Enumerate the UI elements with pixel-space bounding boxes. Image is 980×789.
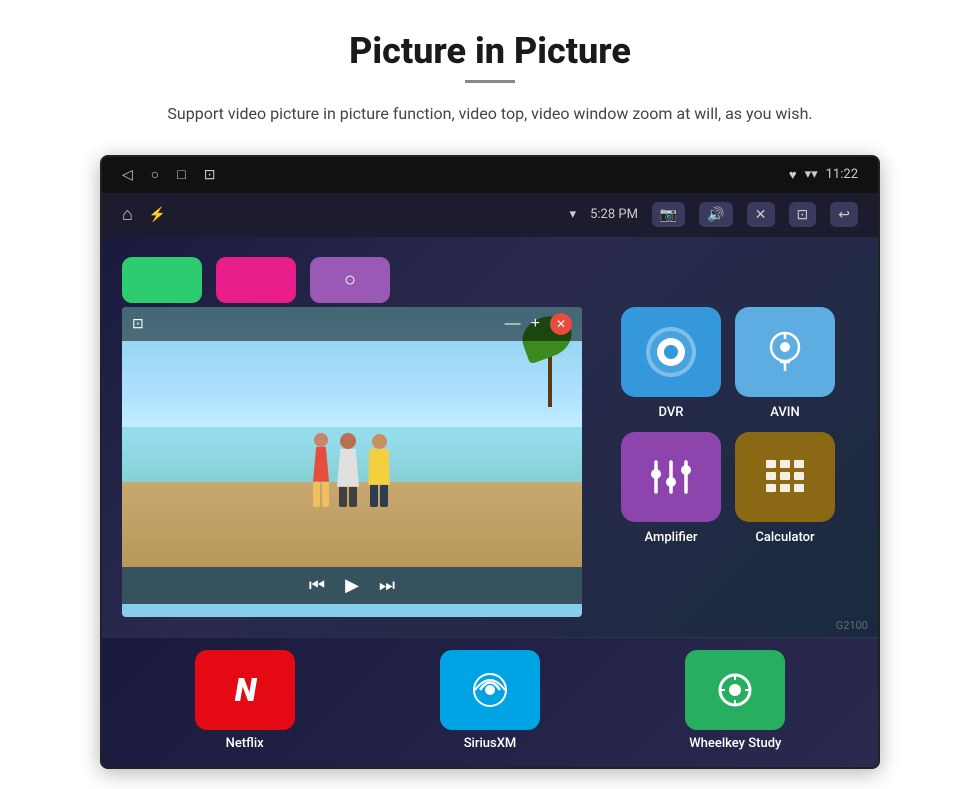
calculator-svg [758, 452, 812, 502]
title-divider [465, 80, 515, 83]
pip-record-icon: ⊡ [132, 316, 144, 332]
app-row-2: Amplifier [598, 432, 858, 545]
camera-button[interactable]: 📷 [652, 202, 685, 227]
top-app-netflix-partial [122, 257, 202, 303]
wifi-icon: ▾▾ [805, 167, 818, 182]
back-nav-icon[interactable]: ◁ [122, 167, 133, 183]
page-subtitle: Support video picture in picture functio… [167, 101, 812, 127]
avin-icon [735, 307, 835, 397]
back-button[interactable]: ↩ [830, 202, 858, 227]
top-app-wheelkey-partial: ○ [310, 257, 390, 303]
pip-overlay: ⊡ — + ✕ [122, 307, 582, 341]
calculator-icon [735, 432, 835, 522]
amplifier-label: Amplifier [645, 530, 698, 545]
home-nav-icon[interactable]: ○ [151, 166, 159, 183]
dvr-label: DVR [659, 405, 684, 420]
app-avin[interactable]: AVIN [735, 307, 835, 420]
app-grid: DVR AVIN [598, 307, 858, 617]
wheelkey-label: Wheelkey Study [689, 736, 781, 751]
video-content [122, 307, 582, 567]
bottom-app-netflix[interactable]: N Netflix [195, 650, 295, 751]
bottom-app-siriusxm[interactable]: SiriusXM [440, 650, 540, 751]
pip-play-button[interactable]: ▶ [345, 575, 359, 596]
nav-time: 5:28 PM [590, 207, 638, 222]
close-button[interactable]: ✕ [747, 202, 775, 227]
app-calculator[interactable]: Calculator [735, 432, 835, 545]
pip-controls: — + ✕ [505, 313, 572, 335]
window-button[interactable]: ⊡ [789, 202, 817, 227]
nav-left: ⌂ ⚡ [122, 204, 166, 225]
app-amplifier[interactable]: Amplifier [621, 432, 721, 545]
pip-minimize-button[interactable]: — [505, 315, 521, 333]
device-frame: ◁ ○ □ ⊡ ♥ ▾▾ 11:22 ⌂ ⚡ ▾ 5:28 PM 📷 🔊 ✕ ⊡… [100, 155, 880, 769]
pip-bottom-controls: ⏮ ▶ ⏭ [122, 567, 582, 604]
wheelkey-svg [708, 665, 762, 715]
amplifier-svg [644, 452, 698, 502]
gps-icon: ♥ [789, 167, 797, 183]
top-app-sirius-partial [216, 257, 296, 303]
netflix-icon: N [195, 650, 295, 730]
app-row-1: DVR AVIN [598, 307, 858, 420]
calculator-label: Calculator [755, 530, 814, 545]
wheelkey-icon [685, 650, 785, 730]
menu-nav-icon[interactable]: ⊡ [204, 167, 216, 183]
pip-prev-button[interactable]: ⏮ [309, 575, 325, 596]
home-icon[interactable]: ⌂ [122, 204, 133, 225]
avin-svg [760, 327, 810, 377]
pip-close-button[interactable]: ✕ [550, 313, 572, 335]
avin-label: AVIN [770, 405, 799, 420]
status-bar-right: ♥ ▾▾ 11:22 [789, 167, 858, 183]
dvr-circle [646, 327, 696, 377]
top-apps-partial: ○ [122, 257, 390, 303]
watermark: G2100 [836, 619, 868, 632]
app-dvr[interactable]: DVR [621, 307, 721, 420]
wifi-status-icon: ▾ [570, 207, 577, 222]
pip-next-button[interactable]: ⏭ [379, 575, 395, 596]
netflix-label: Netflix [226, 736, 264, 751]
page-title: Picture in Picture [349, 30, 631, 72]
bottom-app-wheelkey[interactable]: Wheelkey Study [685, 650, 785, 751]
main-area: ○ ⊡ — + ✕ [102, 237, 878, 637]
dvr-icon [621, 307, 721, 397]
amplifier-icon [621, 432, 721, 522]
status-bar: ◁ ○ □ ⊡ ♥ ▾▾ 11:22 [102, 157, 878, 193]
sirius-svg [465, 665, 515, 715]
dvr-inner [657, 338, 685, 366]
status-time: 11:22 [826, 167, 858, 182]
volume-button[interactable]: 🔊 [699, 202, 732, 227]
usb-icon: ⚡ [149, 207, 166, 223]
sirius-icon [440, 650, 540, 730]
pip-video: ⊡ — + ✕ [122, 307, 582, 617]
siriusxm-label: SiriusXM [464, 736, 517, 751]
dvr-dot [664, 345, 678, 359]
nav-bar: ⌂ ⚡ ▾ 5:28 PM 📷 🔊 ✕ ⊡ ↩ [102, 193, 878, 237]
pip-expand-button[interactable]: + [531, 315, 540, 333]
status-bar-left: ◁ ○ □ ⊡ [122, 166, 215, 183]
bottom-apps-bar: N Netflix SiriusXM [102, 637, 878, 767]
recents-nav-icon[interactable]: □ [177, 166, 185, 183]
nav-right: ▾ 5:28 PM 📷 🔊 ✕ ⊡ ↩ [570, 202, 858, 227]
